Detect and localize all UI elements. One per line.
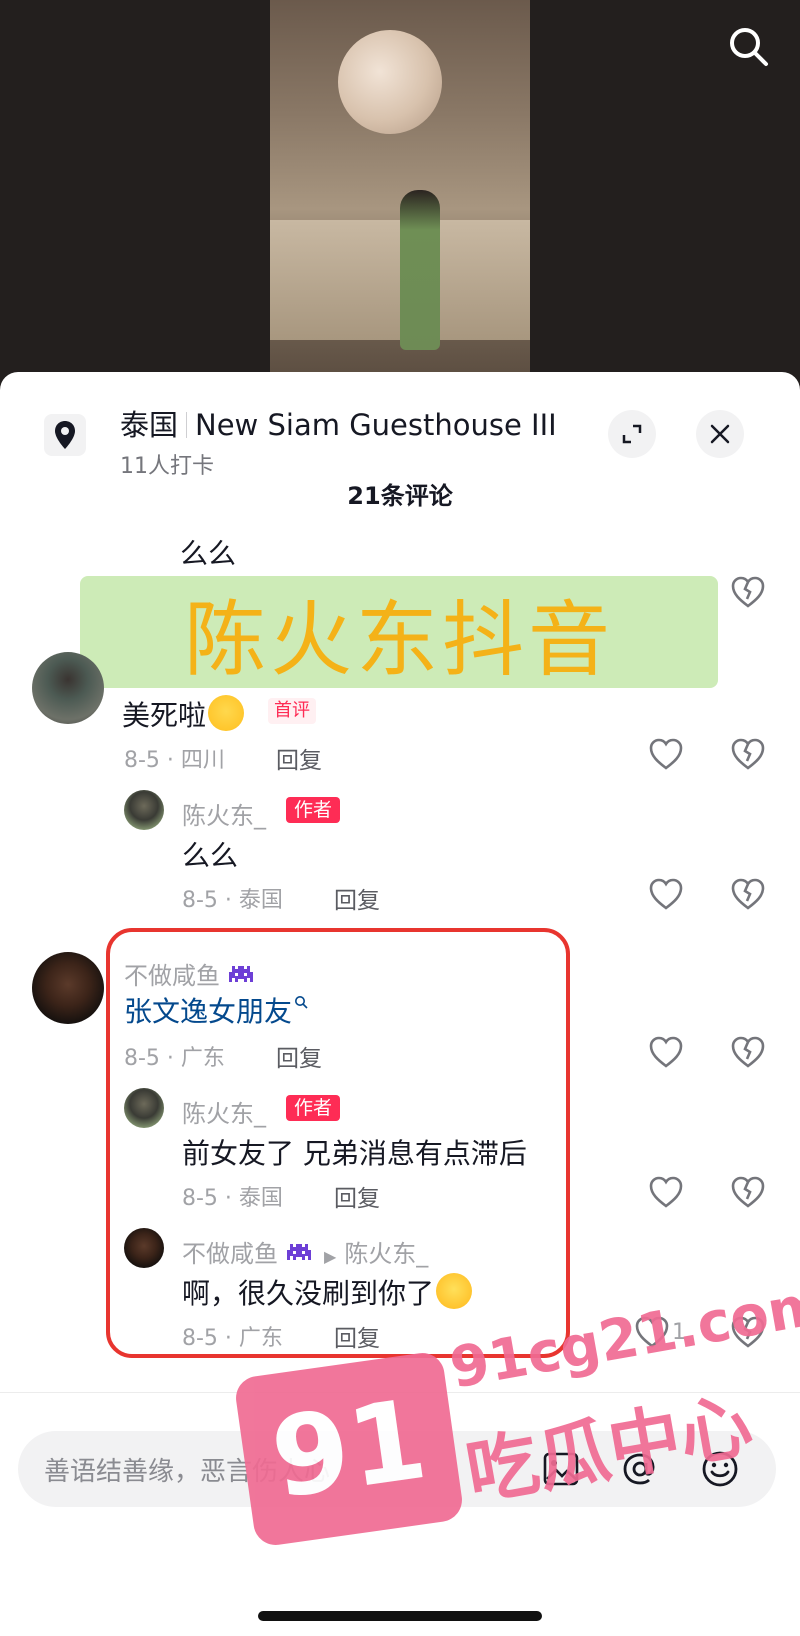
video-thumbnail (270, 0, 530, 380)
comment-body: 美死啦 (122, 699, 207, 732)
avatar[interactable] (32, 952, 104, 1024)
comment-sheet: 泰国 New Siam Guesthouse III 11人打卡 21条评论 么么… (0, 372, 800, 1636)
reply-text: 前女友了 兄弟消息有点滞后 (182, 1137, 527, 1170)
location-country: 泰国 (120, 408, 179, 442)
reply-date-location: 8-5 · 广东 (182, 1326, 283, 1351)
mention-icon[interactable] (620, 1449, 660, 1489)
home-indicator (258, 1611, 542, 1621)
reply-body: 啊，很久没刷到你了 (182, 1277, 435, 1310)
search-keyword-link[interactable]: 张文逸女朋友 (124, 995, 292, 1028)
expand-button[interactable] (608, 410, 656, 458)
comment-author-name: 不做咸鱼 (124, 962, 220, 990)
comment-input[interactable]: 善语结善缘，恶言伤人心 (18, 1431, 776, 1507)
dislike-icon[interactable] (730, 876, 766, 912)
reply-button[interactable]: 回复 (334, 881, 380, 915)
like-icon[interactable] (648, 876, 684, 912)
location-pin-icon (44, 414, 86, 456)
author-badge: 作者 (286, 1095, 341, 1121)
author-badge: 作者 (286, 797, 341, 823)
avatar[interactable] (124, 790, 164, 830)
avatar[interactable] (32, 652, 104, 724)
like-icon[interactable] (648, 1174, 684, 1210)
title-divider (186, 412, 188, 438)
like-icon[interactable] (634, 1314, 670, 1350)
location-header[interactable]: 泰国 New Siam Guesthouse III 11人打卡 (44, 402, 756, 479)
reply-date-location: 8-5 · 泰国 (182, 888, 283, 913)
comment-date-location: 8-5 · 四川 (124, 748, 225, 773)
reply-text: 么么 (182, 839, 239, 872)
dislike-icon[interactable] (730, 1314, 766, 1350)
dislike-icon[interactable] (730, 1174, 766, 1210)
reply-button[interactable]: 回复 (276, 1039, 322, 1073)
first-comment-badge: 首评 (268, 698, 316, 724)
expand-icon (622, 424, 642, 444)
reply-button[interactable]: 回复 (276, 741, 322, 775)
location-title: 泰国 New Siam Guesthouse III (120, 402, 557, 444)
reply-author[interactable]: 陈火东_ (182, 796, 266, 831)
watermark-banner: 陈火东抖音 (80, 576, 718, 688)
heart-eyes-emoji-icon (208, 695, 245, 731)
space-invader-emoji-icon (287, 1244, 311, 1260)
dislike-icon[interactable] (730, 1034, 766, 1070)
avatar[interactable] (124, 1228, 164, 1268)
dislike-icon[interactable] (730, 574, 766, 610)
reply-author[interactable]: 不做咸鱼 ▶ 陈火东_ (182, 1234, 428, 1269)
reply-arrow-icon: ▶ (324, 1247, 337, 1266)
avatar[interactable] (124, 1088, 164, 1128)
reply-text: 啊，很久没刷到你了 (182, 1272, 473, 1312)
rolling-laugh-emoji-icon (436, 1273, 473, 1309)
watermark-banner-text: 陈火东抖音 (183, 592, 614, 688)
reply-date-location: 8-5 · 泰国 (182, 1186, 283, 1211)
dislike-icon[interactable] (730, 736, 766, 772)
emoji-icon[interactable] (700, 1449, 740, 1489)
person-figure (400, 190, 440, 350)
comment-count: 21条评论 (347, 482, 453, 510)
reply-author-name: 不做咸鱼 (182, 1240, 278, 1268)
image-icon[interactable] (542, 1451, 580, 1487)
comment-text: 张文逸女朋友 (124, 990, 308, 1030)
reply-to-name[interactable]: 陈火东_ (344, 1240, 428, 1268)
video-player[interactable] (0, 0, 800, 380)
close-button[interactable] (696, 410, 744, 458)
comment-text: 美死啦 (122, 694, 245, 734)
comment-text: 么么 (180, 537, 237, 570)
search-icon[interactable] (726, 24, 770, 68)
like-icon[interactable] (648, 1034, 684, 1070)
location-place: New Siam Guesthouse III (195, 408, 557, 442)
search-icon[interactable] (294, 995, 308, 1009)
comment-date-location: 8-5 · 广东 (124, 1046, 225, 1071)
moon-lamp (338, 30, 442, 134)
like-icon[interactable] (648, 736, 684, 772)
close-icon (710, 424, 730, 444)
space-invader-emoji-icon (229, 966, 253, 982)
comment-author[interactable]: 不做咸鱼 (124, 956, 256, 991)
reply-button[interactable]: 回复 (334, 1179, 380, 1213)
reply-button[interactable]: 回复 (334, 1319, 380, 1353)
comment-input-bar: 善语结善缘，恶言伤人心 (0, 1392, 800, 1636)
reply-author[interactable]: 陈火东_ (182, 1094, 266, 1129)
comment-input-placeholder: 善语结善缘，恶言伤人心 (44, 1457, 331, 1487)
like-count: 1 (672, 1320, 686, 1345)
